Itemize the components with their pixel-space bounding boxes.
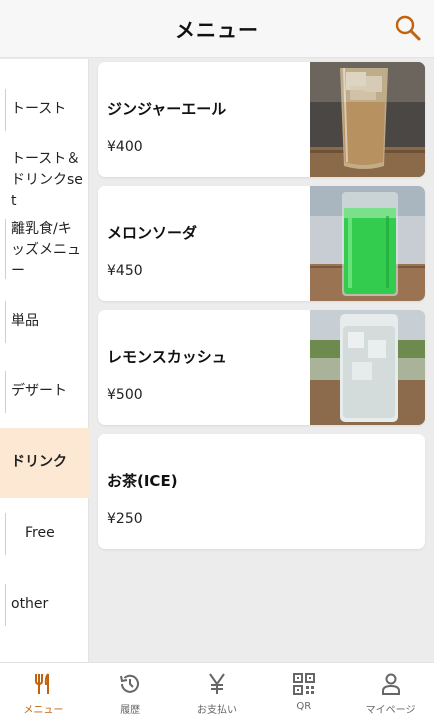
divider — [5, 301, 6, 343]
melon-soda-photo — [310, 186, 425, 301]
category-sidebar: トースト トースト＆ドリンクset 離乳食/キッズメニュー 単品 デザート ドリ… — [0, 59, 89, 662]
category-label: 離乳食/キッズメニュー — [11, 221, 81, 279]
category-label: トースト — [11, 101, 67, 117]
person-icon — [381, 673, 400, 695]
nav-label: メニュー — [23, 705, 64, 716]
app-header: メニュー — [0, 0, 434, 58]
divider — [5, 513, 6, 555]
nav-mypage[interactable]: マイページ — [347, 663, 434, 720]
divider — [5, 584, 6, 626]
category-label: Free — [25, 525, 55, 541]
nav-menu[interactable]: メニュー — [0, 663, 87, 720]
search-icon — [395, 15, 421, 41]
category-toast[interactable]: トースト — [0, 87, 89, 133]
fork-knife-icon — [35, 673, 50, 694]
menu-list: ジンジャーエール ¥400 メロンソーダ ¥450 レモンスカッシュ ¥500 … — [89, 59, 434, 662]
bottom-nav: メニュー 履歴 お支払い QR マイページ — [0, 662, 434, 720]
category-label: トースト＆ドリンクset — [11, 151, 83, 209]
category-kids-menu[interactable]: 離乳食/キッズメニュー — [0, 217, 89, 283]
item-name: メロンソーダ — [107, 224, 198, 242]
history-icon — [120, 674, 140, 693]
nav-payment[interactable]: お支払い — [174, 663, 261, 720]
category-label: 単品 — [11, 313, 39, 329]
item-name: レモンスカッシュ — [107, 348, 227, 366]
menu-item-card[interactable]: メロンソーダ ¥450 — [98, 186, 425, 301]
category-label: デザート — [11, 383, 67, 399]
item-price: ¥250 — [107, 511, 143, 527]
item-price: ¥400 — [107, 139, 143, 155]
item-name: ジンジャーエール — [107, 100, 227, 118]
item-name: お茶(ICE) — [107, 472, 178, 490]
category-other[interactable]: other — [0, 582, 89, 628]
category-dessert[interactable]: デザート — [0, 369, 89, 415]
yen-icon — [209, 673, 225, 694]
divider — [5, 219, 6, 279]
nav-label: QR — [296, 701, 312, 712]
page-title: メニュー — [175, 18, 259, 42]
item-price: ¥500 — [107, 387, 143, 403]
item-price: ¥450 — [107, 263, 143, 279]
nav-qr[interactable]: QR — [260, 663, 347, 720]
divider — [5, 89, 6, 131]
nav-label: 履歴 — [120, 705, 141, 716]
menu-item-card[interactable]: レモンスカッシュ ¥500 — [98, 310, 425, 425]
category-single-items[interactable]: 単品 — [0, 299, 89, 345]
category-label: other — [11, 596, 49, 612]
ginger-ale-photo — [310, 62, 425, 177]
category-free[interactable]: Free — [0, 511, 89, 557]
search-button[interactable] — [394, 14, 422, 42]
menu-item-card[interactable]: お茶(ICE) ¥250 — [98, 434, 425, 549]
menu-item-card[interactable]: ジンジャーエール ¥400 — [98, 62, 425, 177]
nav-label: お支払い — [196, 705, 237, 716]
category-label: ドリンク — [11, 454, 67, 470]
nav-label: マイページ — [365, 705, 416, 716]
qr-code-icon — [292, 673, 315, 695]
category-toast-drink-set[interactable]: トースト＆ドリンクset — [0, 147, 89, 209]
divider — [5, 371, 6, 413]
lemon-squash-photo — [310, 310, 425, 425]
category-drink[interactable]: ドリンク — [0, 428, 89, 498]
nav-history[interactable]: 履歴 — [87, 663, 174, 720]
